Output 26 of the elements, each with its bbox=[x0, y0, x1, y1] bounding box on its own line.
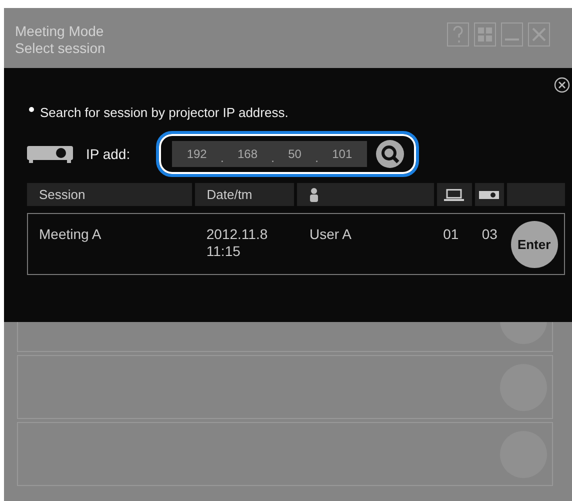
session-row[interactable]: Meeting A 2012.11.8 11:15 User A 01 03 Enter bbox=[27, 213, 565, 275]
column-header: Session bbox=[27, 183, 192, 206]
minimize-icon[interactable] bbox=[501, 22, 523, 47]
column-header: Date/tm bbox=[194, 183, 294, 206]
session-name: Meeting A bbox=[38, 225, 102, 244]
session-date: 2012.11.8 bbox=[206, 226, 269, 243]
search-icon[interactable] bbox=[376, 140, 404, 168]
help-icon[interactable] bbox=[447, 22, 469, 47]
close-icon[interactable] bbox=[554, 77, 570, 93]
instruction-text: Search for session by projector IP address. bbox=[40, 105, 288, 120]
projector-icon bbox=[479, 188, 500, 200]
laptop-icon bbox=[444, 188, 464, 200]
pc-count: 01 bbox=[442, 225, 460, 244]
grid-icon[interactable] bbox=[474, 22, 496, 47]
column-header bbox=[506, 183, 565, 206]
projector-count: 03 bbox=[480, 225, 498, 244]
bullet-icon bbox=[29, 107, 34, 112]
projector-icon bbox=[27, 145, 73, 163]
enter-button[interactable]: Enter bbox=[510, 221, 558, 268]
ip-address-field[interactable]: 192 . 168 . 50 . 101 bbox=[172, 141, 367, 167]
window-title: Meeting Mode bbox=[15, 23, 105, 40]
ip-label: IP add: bbox=[86, 146, 132, 162]
window-subtitle: Select session bbox=[15, 40, 106, 57]
person-icon bbox=[309, 188, 320, 202]
session-user: User A bbox=[308, 225, 352, 244]
session-time: 11:15 bbox=[206, 243, 242, 260]
